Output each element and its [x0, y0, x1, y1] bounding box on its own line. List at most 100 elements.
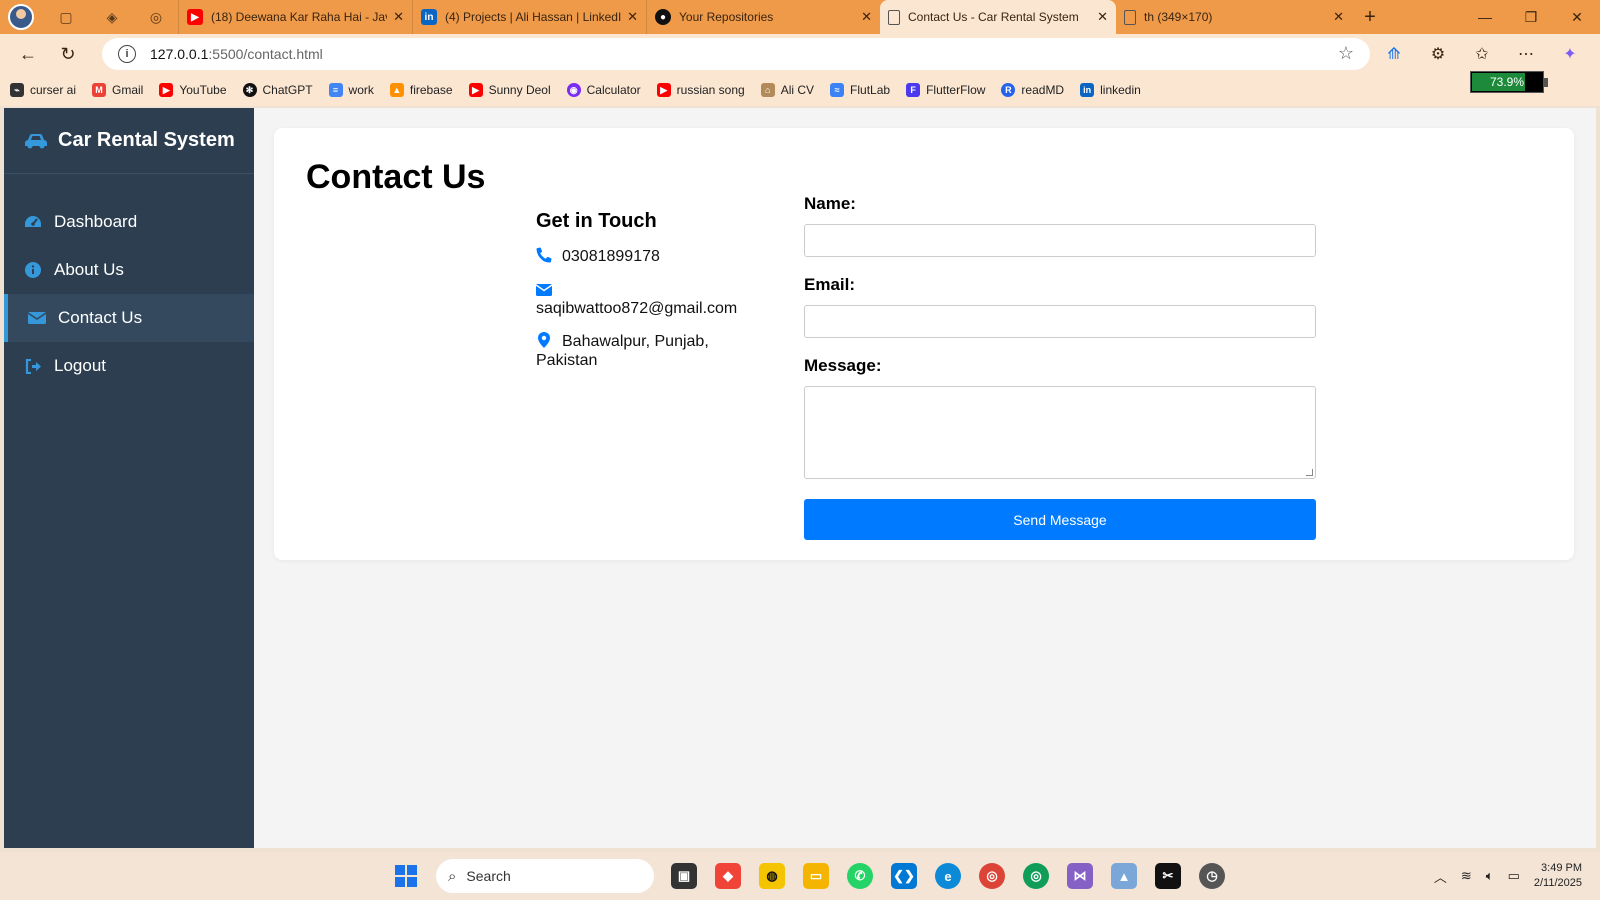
chat-app-icon: ◍: [759, 863, 785, 889]
copilot-icon[interactable]: ✦: [1548, 44, 1592, 64]
close-tab-icon[interactable]: ✕: [861, 9, 872, 25]
sidebar-item-logout[interactable]: Logout: [4, 342, 254, 390]
bookmark-icon: ⌁: [10, 83, 24, 97]
taskbar-app[interactable]: ▣: [662, 852, 706, 900]
sidebar-item-about[interactable]: About Us: [4, 246, 254, 294]
pinned-tab-icon[interactable]: ◈: [90, 0, 134, 34]
browser-tab-active[interactable]: Contact Us - Car Rental System ✕: [880, 0, 1116, 34]
bookmark-item[interactable]: ◉ Calculator: [566, 83, 641, 97]
profile-avatar[interactable]: [8, 4, 34, 30]
message-textarea[interactable]: [804, 386, 1316, 479]
start-button[interactable]: [384, 852, 428, 900]
send-message-button[interactable]: Send Message: [804, 499, 1316, 540]
chrome-profile-icon: ◎: [1023, 863, 1049, 889]
chevron-up-icon[interactable]: ︿: [1434, 867, 1447, 886]
youtube-icon: ▶: [159, 83, 174, 97]
taskbar-app[interactable]: ▲: [1102, 852, 1146, 900]
taskbar-search[interactable]: ⌕ Search: [436, 859, 654, 893]
taskbar-app[interactable]: ▭: [794, 852, 838, 900]
search-placeholder: Search: [466, 868, 511, 884]
back-icon[interactable]: ←: [8, 44, 48, 65]
close-tab-icon[interactable]: ✕: [1097, 9, 1108, 25]
brand-title: Car Rental System: [58, 129, 235, 151]
site-info-icon[interactable]: i: [118, 45, 136, 63]
bookmark-item[interactable]: ▶ YouTube: [159, 83, 227, 97]
linkedin-icon: in: [421, 9, 437, 25]
sidebar-item-contact[interactable]: Contact Us: [4, 294, 254, 342]
reload-icon[interactable]: ↻: [48, 44, 88, 65]
bookmark-item[interactable]: ≡ work: [328, 83, 374, 97]
new-tab-button[interactable]: +: [1352, 6, 1388, 29]
bookmark-item[interactable]: ≈ FlutLab: [830, 83, 890, 97]
bookmark-item[interactable]: ▶ russian song: [656, 83, 745, 97]
brand: Car Rental System: [4, 108, 254, 174]
window-controls: — ❐ ✕: [1462, 0, 1600, 34]
browser-tab[interactable]: in (4) Projects | Ali Hassan | LinkedIn …: [412, 0, 646, 34]
taskbar-app[interactable]: ◎: [1014, 852, 1058, 900]
taskbar-apps: ⌕ Search ▣ ◆ ◍ ▭ ✆ ❮❯ e ◎ ◎ ⋈ ▲ ✂ ◷: [384, 852, 1234, 900]
close-tab-icon[interactable]: ✕: [393, 9, 404, 25]
bookmark-item[interactable]: ✻ ChatGPT: [242, 83, 313, 97]
browser-tab[interactable]: ● Your Repositories ✕: [646, 0, 880, 34]
more-menu-icon[interactable]: ⋯: [1504, 44, 1548, 64]
clock-time: 3:49 PM: [1541, 862, 1582, 874]
sidebar: Car Rental System Dashboard About Us Con…: [4, 108, 254, 848]
restore-icon[interactable]: ❐: [1508, 0, 1554, 34]
bookmark-item[interactable]: ▲ firebase: [389, 83, 453, 97]
taskbar-app[interactable]: e: [926, 852, 970, 900]
pinned-tab-icon[interactable]: ◎: [134, 0, 178, 34]
docs-icon: ≡: [328, 83, 343, 97]
taskbar-app[interactable]: ◷: [1190, 852, 1234, 900]
search-icon: ⌕: [448, 867, 457, 885]
chatgpt-icon: ✻: [242, 83, 257, 97]
close-tab-icon[interactable]: ✕: [1333, 9, 1344, 25]
bookmark-label: FlutLab: [850, 83, 891, 97]
bookmark-item[interactable]: ▶ Sunny Deol: [468, 83, 551, 97]
bookmark-item[interactable]: RreadMD: [1001, 83, 1064, 97]
flutlab-icon: ≈: [830, 83, 845, 97]
bookmarks-bar: ⌁ curser ai M Gmail ▶ YouTube ✻ ChatGPT ≡ wor…: [0, 74, 1600, 106]
contact-phone: 03081899178: [536, 247, 766, 266]
taskbar-app[interactable]: ◎: [970, 852, 1014, 900]
taskbar-app[interactable]: ◍: [750, 852, 794, 900]
battery-indicator: 73.9%: [1470, 71, 1548, 93]
calculator-icon: ◉: [566, 83, 581, 97]
browser-tab[interactable]: ▶ (18) Deewana Kar Raha Hai - Jave ✕: [178, 0, 412, 34]
capcut-icon: ✂: [1155, 863, 1181, 889]
extensions-icon[interactable]: ⚙: [1416, 44, 1460, 64]
minimize-icon[interactable]: —: [1462, 0, 1508, 34]
close-tab-icon[interactable]: ✕: [627, 9, 638, 25]
bookmark-item[interactable]: M Gmail: [92, 83, 143, 97]
volume-icon[interactable]: 🔈︎: [1486, 868, 1494, 884]
name-input[interactable]: [804, 224, 1316, 257]
taskbar-app[interactable]: ⋈: [1058, 852, 1102, 900]
bookmark-item[interactable]: F FlutterFlow: [906, 83, 985, 97]
email-input[interactable]: [804, 305, 1316, 338]
browser-tab[interactable]: th (349×170) ✕: [1116, 0, 1352, 34]
bookmark-item[interactable]: ⌂ Ali CV: [760, 83, 814, 97]
system-tray: ︿ ≋ 🔈︎ ▭ 3:49 PM 2/11/2025: [1434, 852, 1600, 900]
taskbar-app[interactable]: ✆: [838, 852, 882, 900]
tab-title: Your Repositories: [679, 10, 774, 24]
taskbar-app[interactable]: ✂: [1146, 852, 1190, 900]
close-window-icon[interactable]: ✕: [1554, 0, 1600, 34]
edge-icon: e: [935, 863, 961, 889]
bookmark-item[interactable]: in linkedin: [1080, 83, 1141, 97]
address-bar[interactable]: i 127.0.0.1:5500/contact.html ☆: [102, 38, 1370, 70]
clock-app-icon: ◷: [1199, 863, 1225, 889]
task-view-icon: ▣: [671, 863, 697, 889]
wifi-icon[interactable]: ≋: [1461, 868, 1472, 884]
bookmark-item[interactable]: ⌁ curser ai: [10, 83, 76, 97]
taskbar-app[interactable]: ❮❯: [882, 852, 926, 900]
favorite-star-icon[interactable]: ☆: [1338, 43, 1354, 64]
sidebar-item-label: Logout: [54, 356, 106, 375]
sidebar-item-dashboard[interactable]: Dashboard: [4, 198, 254, 246]
clock[interactable]: 3:49 PM 2/11/2025: [1534, 861, 1582, 891]
workspaces-icon[interactable]: ▢: [42, 0, 90, 34]
favorites-icon[interactable]: ✩: [1460, 44, 1504, 64]
battery-icon[interactable]: ▭: [1508, 868, 1520, 884]
youtube-icon: ▶: [656, 83, 671, 97]
taskbar-app[interactable]: ◆: [706, 852, 750, 900]
translate-icon[interactable]: ⟰: [1372, 44, 1416, 64]
phone-icon: [536, 247, 552, 263]
